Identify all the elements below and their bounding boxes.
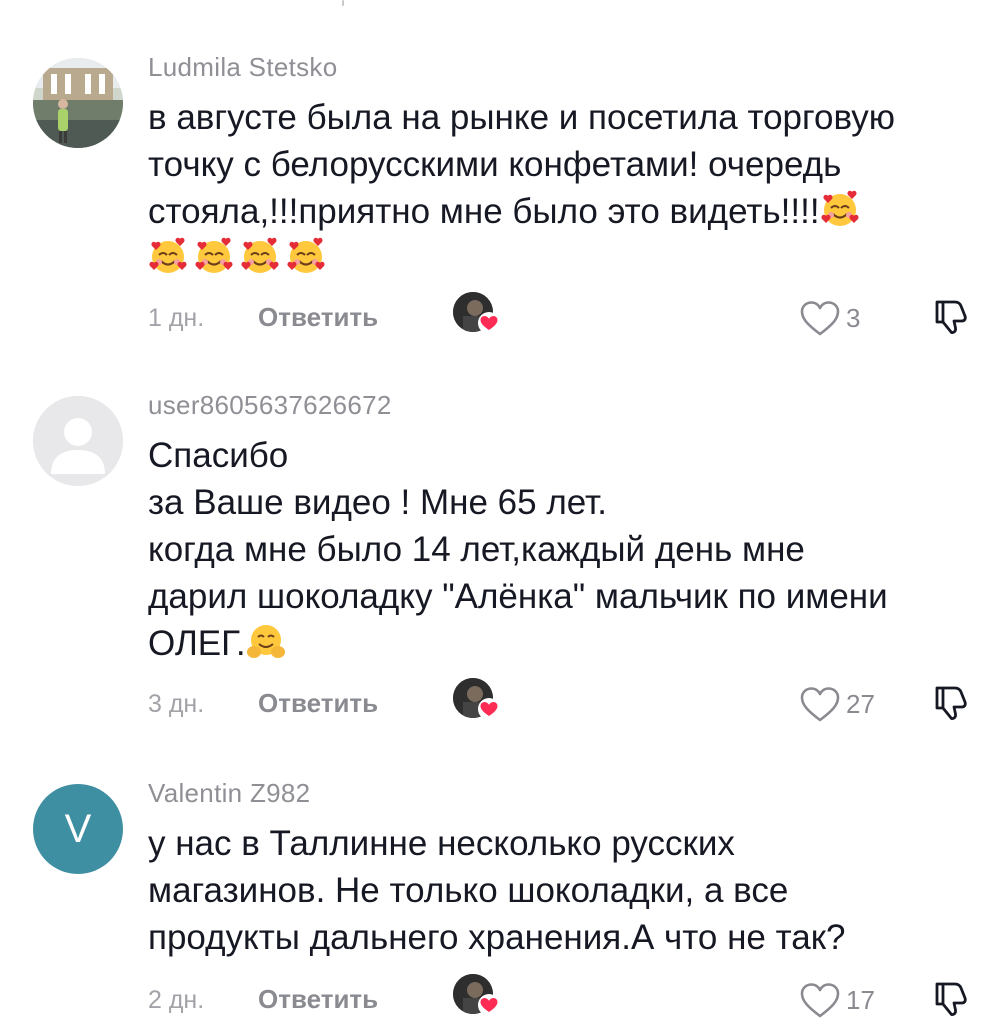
smiling-face-with-hearts-icon	[286, 236, 326, 276]
comment-text-line: Спасибо	[148, 436, 289, 475]
comment-meta: 3 дн. Ответить 27	[148, 678, 973, 726]
thumbs-down-icon[interactable]	[929, 976, 973, 1020]
comment-text-fragment: ОЛЕГ.	[148, 624, 246, 663]
emoji-line	[148, 235, 978, 282]
comment-text-line: стояла,!!!приятно мне было это видеть!!!…	[148, 188, 978, 235]
comment-text-line: в августе была на рынке и посетила торго…	[148, 98, 896, 137]
comment-text-line: когда мне было 14 лет,каждый день мне	[148, 530, 805, 569]
like-count: 17	[846, 984, 875, 1015]
comment-text-line: ОЛЕГ.	[148, 620, 978, 667]
creator-liked-heart-icon	[477, 698, 501, 720]
comment-username[interactable]: Valentin Z982	[148, 778, 310, 809]
reply-button[interactable]: Ответить	[258, 302, 378, 333]
like-count: 3	[846, 302, 861, 333]
thumbs-down-icon[interactable]	[929, 294, 973, 338]
comment-username[interactable]: Ludmila Stetsko	[148, 52, 337, 83]
comment-text-line: магазинов. Не только шоколадки, а все	[148, 871, 789, 910]
like-button[interactable]: 3	[798, 296, 878, 340]
creator-liked-badge	[453, 292, 501, 340]
comment-text: у нас в Таллинне несколько русских магаз…	[148, 820, 978, 961]
comment-meta: 1 дн. Ответить 3	[148, 292, 973, 340]
reply-button[interactable]: Ответить	[258, 984, 378, 1015]
like-button[interactable]: 27	[798, 682, 878, 726]
heart-outline-icon	[798, 980, 842, 1020]
avatar[interactable]	[33, 58, 123, 148]
hugging-face-icon	[246, 621, 286, 661]
comment-text-fragment: стояла,!!!приятно мне было это видеть!!!…	[148, 192, 820, 231]
creator-liked-heart-icon	[477, 312, 501, 334]
comment-meta: 2 дн. Ответить 17	[148, 974, 973, 1022]
creator-liked-heart-icon	[477, 994, 501, 1016]
comment-time: 3 дн.	[148, 690, 205, 718]
smiling-face-with-hearts-icon	[194, 236, 234, 276]
comment-text: в августе была на рынке и посетила торго…	[148, 94, 978, 282]
thumbs-down-icon[interactable]	[929, 680, 973, 724]
reply-button[interactable]: Ответить	[258, 688, 378, 719]
comment-text-line: за Ваше видео ! Мне 65 лет.	[148, 483, 607, 522]
comment-text-line: продукты дальнего хранения.А что не так?	[148, 918, 846, 957]
like-button[interactable]: 17	[798, 978, 878, 1022]
comment-text-line: точку с белорусскими конфетами! очередь	[148, 145, 842, 184]
heart-outline-icon	[798, 298, 842, 338]
comment-time: 2 дн.	[148, 986, 205, 1014]
comment-username[interactable]: user8605637626672	[148, 390, 392, 421]
smiling-face-with-hearts-icon	[148, 236, 188, 276]
creator-liked-badge	[453, 974, 501, 1022]
heart-outline-icon	[798, 684, 842, 724]
avatar[interactable]: V	[33, 784, 123, 874]
avatar-letter: V	[64, 806, 92, 851]
avatar[interactable]	[33, 396, 123, 486]
like-count: 27	[846, 688, 875, 719]
creator-liked-badge	[453, 678, 501, 726]
smiling-face-with-hearts-icon	[820, 189, 860, 229]
scroll-indicator	[342, 0, 344, 6]
comment-time: 1 дн.	[148, 304, 205, 332]
comment-text: Спасибо за Ваше видео ! Мне 65 лет. когд…	[148, 432, 978, 667]
comment-text-line: у нас в Таллинне несколько русских	[148, 824, 735, 863]
comment-text-line: дарил шоколадку "Алёнка" мальчик по имен…	[148, 577, 888, 616]
smiling-face-with-hearts-icon	[240, 236, 280, 276]
